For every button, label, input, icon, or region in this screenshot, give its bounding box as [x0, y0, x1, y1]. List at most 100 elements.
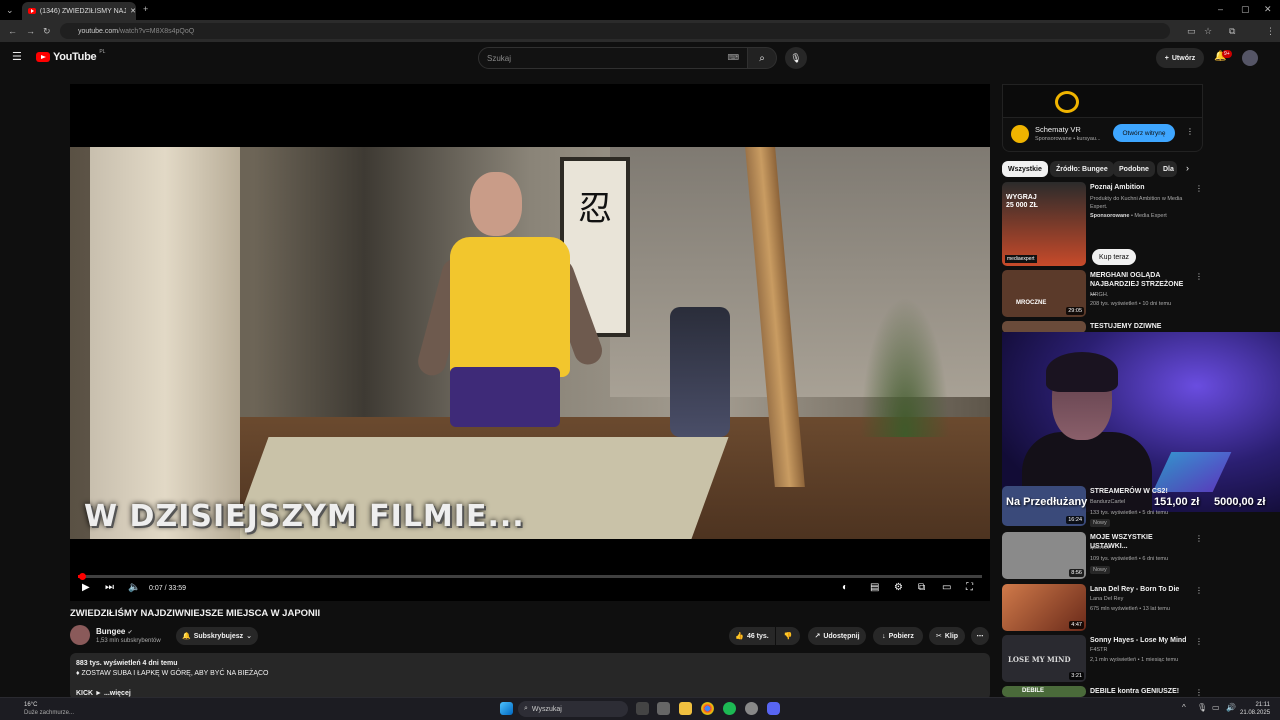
- rec-thumbnail: 4:47: [1002, 584, 1086, 631]
- ad-row[interactable]: Schematy VR Sponsorowane • kursyau... Ot…: [1002, 118, 1203, 152]
- weather-desc: Duże zachmurze...: [24, 710, 75, 716]
- steam-icon[interactable]: [745, 702, 758, 715]
- rec-item[interactable]: MROCZNE 29:05 MERGHANI OGLĄDA NAJBARDZIE…: [1002, 270, 1203, 318]
- rec-item[interactable]: 4:47 Lana Del Rey - Born To Die Lana Del…: [1002, 584, 1203, 632]
- progress-scrubber[interactable]: [79, 573, 86, 580]
- widgets-icon[interactable]: [657, 702, 670, 715]
- tab-list-icon[interactable]: ⌄: [6, 5, 14, 15]
- next-icon[interactable]: ⏭: [105, 582, 114, 593]
- search-button[interactable]: ⌕: [747, 47, 777, 69]
- progress-bar[interactable]: [78, 573, 982, 580]
- play-icon[interactable]: ▶: [82, 582, 90, 593]
- keyboard-icon[interactable]: ⌨: [727, 53, 739, 62]
- donation-goal-bar: Na Przedłużany 151,00 zł 5000,00 zł: [1002, 493, 1280, 513]
- forward-icon[interactable]: →: [26, 26, 35, 36]
- clock-date: 21.08.2025: [1240, 710, 1271, 716]
- rec-item[interactable]: LOSE MY MIND 3:21 Sonny Hayes - Lose My …: [1002, 635, 1203, 683]
- chrome-icon[interactable]: [701, 702, 714, 715]
- bookmark-star-icon[interactable]: ☆: [1204, 26, 1212, 36]
- chips-next-icon[interactable]: ›: [1186, 163, 1189, 173]
- ad-more-icon[interactable]: ⋮: [1186, 127, 1194, 136]
- youtube-header: ☰ YouTube PL Szukaj ⌨ ⌕ 🎙 + Utwórz 🔔 9+: [0, 42, 1280, 74]
- cast-icon[interactable]: ▭: [1187, 26, 1196, 36]
- chip-all[interactable]: Wszystkie: [1002, 161, 1048, 177]
- close-window-icon[interactable]: ✕: [1264, 4, 1272, 14]
- extensions-icon[interactable]: ⧉: [1229, 26, 1235, 36]
- discord-icon[interactable]: [767, 702, 780, 715]
- voice-search-button[interactable]: 🎙: [785, 47, 807, 69]
- promo-card[interactable]: WYGRAJ 25 000 ZŁ mediaexpert Poznaj Ambi…: [1002, 182, 1203, 268]
- buy-now-button[interactable]: Kup teraz: [1092, 249, 1136, 265]
- video-player[interactable]: 忍 W DZISIEJSZYM FILMIE... ▶ ⏭ 🔈 0:07 / 3…: [70, 84, 990, 601]
- volume-tray-icon[interactable]: 🔊: [1226, 703, 1236, 712]
- minimize-icon[interactable]: –: [1218, 4, 1223, 14]
- url-input[interactable]: youtube.com/watch?v=M8X8s4pQoQ: [60, 23, 1170, 39]
- file-explorer-icon[interactable]: [679, 702, 692, 715]
- channel-name[interactable]: Bungee ✔: [96, 627, 133, 636]
- rec-more-icon[interactable]: ⋮: [1195, 534, 1203, 543]
- share-label: Udostępnij: [823, 632, 860, 640]
- back-icon[interactable]: ←: [8, 26, 17, 36]
- share-button[interactable]: ↗ Udostępnij: [808, 627, 866, 645]
- taskbar-search[interactable]: ⌕ Wyszukaj: [518, 701, 628, 717]
- reload-icon[interactable]: ↻: [43, 26, 51, 36]
- chip-source[interactable]: Źródło: Bungee: [1050, 161, 1114, 177]
- cam-hair: [1046, 352, 1118, 392]
- subtitles-icon[interactable]: ▤: [870, 582, 879, 593]
- theater-mode-icon[interactable]: ▭: [942, 582, 951, 593]
- logo-region: PL: [99, 49, 106, 55]
- subscribed-button[interactable]: 🔔 Subskrybujesz ⌄: [176, 627, 258, 645]
- settings-gear-icon[interactable]: ⚙: [894, 582, 903, 593]
- fullscreen-icon[interactable]: ⛶: [966, 582, 973, 593]
- thumbs-up-icon: 👍: [735, 633, 744, 640]
- ad-open-site-button[interactable]: Otwórz witrynę: [1113, 124, 1175, 142]
- more-actions-button[interactable]: ⋯: [971, 627, 989, 645]
- volume-icon[interactable]: 🔈: [128, 582, 140, 593]
- promo-more-icon[interactable]: ⋮: [1195, 184, 1203, 193]
- channel-avatar[interactable]: [70, 625, 90, 645]
- tray-chevron-icon[interactable]: ^: [1182, 703, 1186, 712]
- like-button[interactable]: 👍 46 tys.: [729, 627, 775, 645]
- thumbs-down-icon: 👎: [783, 633, 793, 640]
- autoplay-toggle-icon[interactable]: ◐: [842, 582, 848, 593]
- dislike-button[interactable]: 👎: [776, 627, 800, 645]
- video-frame: 忍 W DZISIEJSZYM FILMIE...: [70, 147, 990, 539]
- create-button[interactable]: + Utwórz: [1156, 48, 1204, 68]
- taskbar-clock[interactable]: 21:11 21.08.2025: [1240, 701, 1270, 717]
- rec-more-icon[interactable]: ⋮: [1195, 272, 1203, 281]
- duration-badge: 4:47: [1069, 621, 1084, 629]
- network-icon[interactable]: ▭: [1212, 703, 1220, 712]
- youtube-logo[interactable]: YouTube PL: [36, 49, 106, 63]
- maximize-icon[interactable]: ▢: [1241, 4, 1250, 14]
- rec-more-icon[interactable]: ⋮: [1195, 586, 1203, 595]
- rec-more-icon[interactable]: ⋮: [1195, 637, 1203, 646]
- spotify-icon[interactable]: [723, 702, 736, 715]
- browser-menu-icon[interactable]: ⋮: [1266, 26, 1275, 36]
- weather-widget[interactable]: 16°C Duże zachmurze...: [10, 701, 74, 717]
- mic-tray-icon[interactable]: 🎙: [1197, 703, 1207, 712]
- task-view-icon[interactable]: [636, 702, 649, 715]
- hamburger-menu-icon[interactable]: ☰: [12, 52, 22, 63]
- rec-more-icon[interactable]: ⋮: [1195, 688, 1202, 697]
- miniplayer-icon[interactable]: ⧉: [918, 582, 925, 593]
- chip-for-you[interactable]: Dla: [1157, 161, 1177, 177]
- chip-similar[interactable]: Podobne: [1113, 161, 1155, 177]
- rec-thumbnail: LOSE MY MIND 3:21: [1002, 635, 1086, 682]
- tab-close-icon[interactable]: ✕: [130, 7, 136, 15]
- browser-tab[interactable]: (1346) ZWIEDZIŁIŚMY NAJDZIW... ✕: [22, 2, 136, 20]
- start-windows-icon[interactable]: [500, 702, 513, 715]
- notification-badge: 9+: [1222, 50, 1232, 58]
- clip-button[interactable]: ✂ Klip: [929, 627, 965, 645]
- url-host: youtube.com: [78, 27, 119, 35]
- show-more-link[interactable]: ...więcej: [104, 690, 131, 697]
- search-input[interactable]: Szukaj ⌨: [478, 47, 748, 69]
- rec-thumb-text: MROCZNE: [1016, 300, 1047, 306]
- download-button[interactable]: ↓ Pobierz: [873, 627, 923, 645]
- rec-item[interactable]: 8:56 MOJE WSZYSTKIE USTAWKI... qwerstn 1…: [1002, 532, 1203, 580]
- new-tab-icon[interactable]: +: [143, 4, 148, 14]
- account-avatar[interactable]: [1242, 50, 1258, 66]
- rec-meta: 109 tys. wyświetleń • 6 dni temu: [1090, 556, 1169, 562]
- description-box[interactable]: 883 tys. wyświetleń 4 dni temu ♦ ZOSTAW …: [70, 653, 990, 700]
- ad-banner-image[interactable]: [1002, 84, 1203, 118]
- rec-item[interactable]: DEBILE DEBILE kontra GENIUSZE! ⋮: [1002, 686, 1202, 697]
